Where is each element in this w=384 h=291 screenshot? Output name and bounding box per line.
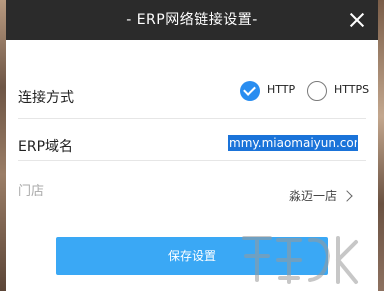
domain-row: ERP域名 (18, 124, 366, 161)
check-icon (243, 83, 256, 96)
http-radio[interactable] (240, 81, 260, 101)
title-bar: - ERP网络链接设置- (6, 0, 378, 40)
close-icon[interactable] (346, 9, 368, 31)
store-row: 门店 淼迈一店 (18, 174, 366, 216)
erp-settings-dialog: - ERP网络链接设置- 连接方式 HTTP HTTPS ERP域名 门店 淼迈… (6, 0, 378, 291)
https-radio-label[interactable]: HTTPS (334, 83, 369, 96)
connection-label: 连接方式 (18, 90, 74, 106)
connection-row: 连接方式 HTTP HTTPS (18, 72, 369, 119)
https-radio[interactable] (307, 81, 327, 101)
store-label: 门店 (18, 184, 45, 199)
watermark-logo-icon (242, 236, 358, 284)
http-radio-label[interactable]: HTTP (267, 83, 295, 96)
store-value: 淼迈一店 (289, 189, 338, 203)
domain-label: ERP域名 (18, 139, 74, 155)
background-right (378, 0, 384, 291)
dialog-title: - ERP网络链接设置- (126, 12, 258, 28)
domain-input[interactable] (228, 135, 358, 151)
